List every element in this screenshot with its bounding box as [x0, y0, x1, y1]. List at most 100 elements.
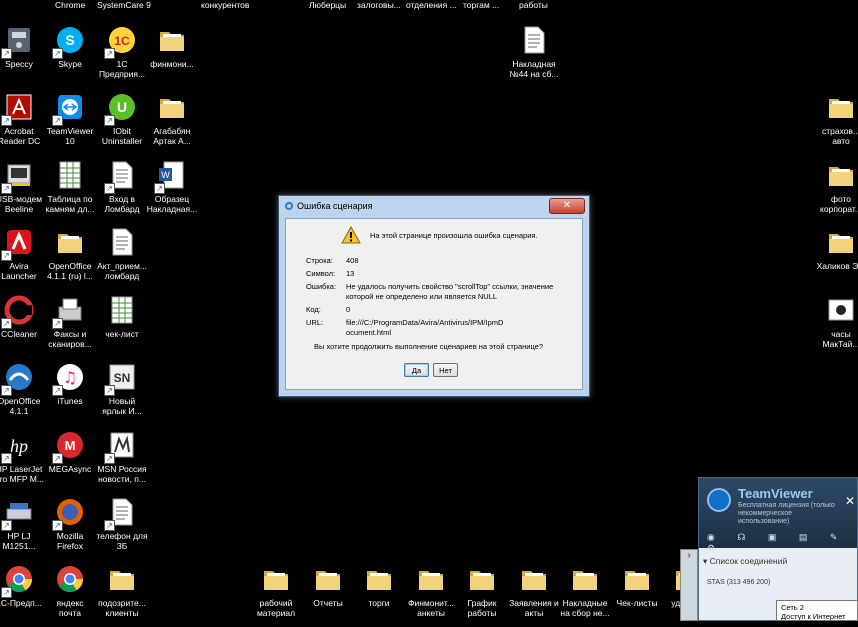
document-icon: ↗	[104, 496, 138, 531]
desktop-icon-label: Акт_прием... ломбард	[97, 261, 147, 281]
desktop-icon-label: фото корпорат...	[820, 194, 858, 214]
shortcut-arrow-icon: ↗	[52, 453, 63, 464]
spreadsheet-icon	[54, 159, 86, 191]
acrobat-icon: ↗	[1, 91, 35, 126]
warning-icon	[341, 226, 361, 244]
field-key: Ошибка:	[306, 282, 337, 291]
desktop-icon[interactable]: чек-лист	[91, 292, 153, 358]
fax-icon: ↗	[52, 294, 86, 329]
field-line: Строка: 408	[306, 256, 359, 265]
desktop-icon[interactable]: ↗ MSN Россия новости, п...	[91, 427, 153, 493]
dialog-question: Вы хотите продолжить выполнение сценарие…	[314, 342, 544, 351]
field-value: Не удалось получить свойство "scrollTop"…	[346, 282, 554, 301]
field-key: URL:	[306, 318, 324, 327]
shortcut-arrow-icon: ↗	[104, 385, 115, 396]
folder-icon	[825, 159, 857, 191]
shortcut-arrow-icon: ↗	[1, 48, 12, 59]
iobit-icon: U ↗	[104, 91, 138, 126]
connection-entry[interactable]: STAS (313 496 200)	[707, 579, 770, 586]
desktop-icon[interactable]: Халиков Э...	[810, 224, 858, 290]
shortcut-arrow-icon: ↗	[52, 385, 63, 396]
desktop-icon-label: финмони...	[150, 59, 194, 69]
desktop-icon-label[interactable]: отделения ...	[406, 0, 457, 10]
desktop-icon-label[interactable]: SystemCare 9	[97, 0, 151, 10]
folder-icon	[466, 563, 498, 595]
desktop-icon[interactable]: Накладная №44 на сб...	[503, 22, 565, 88]
desktop-icon[interactable]: финмони...	[141, 22, 203, 88]
desktop-icon[interactable]: Акт_прием... ломбард	[91, 224, 153, 290]
no-button[interactable]: Нет	[433, 363, 458, 377]
field-key: Символ:	[306, 269, 336, 278]
folder-icon	[825, 226, 857, 258]
chevron-right-icon: ›	[687, 550, 691, 561]
field-value: 408	[346, 256, 359, 265]
folder-icon	[54, 226, 86, 258]
teamviewer-collapse-tab[interactable]: ›	[680, 549, 698, 621]
hp-icon: hp ↗	[1, 429, 35, 464]
desktop-icon-label[interactable]: Люберцы	[309, 0, 346, 10]
mega-icon: M ↗	[52, 429, 86, 464]
desktop-icon-label[interactable]: Chrome	[55, 0, 85, 10]
skype-icon: S ↗	[52, 24, 86, 59]
shortcut-arrow-icon: ↗	[104, 115, 115, 126]
desktop-icon[interactable]: подозрите... клиенты	[91, 561, 153, 627]
document-icon: ↗	[104, 159, 138, 194]
teamviewer-toolbar[interactable]: ◉ ☊ ▣ ▤ ✎ ⚙	[707, 532, 857, 554]
connection-list-title[interactable]: ▾ Список соединений	[703, 556, 787, 567]
desktop-icon[interactable]: страхов... авто	[810, 89, 858, 155]
teamviewer-license: Бесплатная лицензия (только некоммерческ…	[738, 502, 835, 525]
teamviewer-header: TeamViewer Бесплатная лицензия (только н…	[699, 478, 857, 553]
field-value: 13	[346, 269, 355, 278]
desktop-icon-label[interactable]: залоговы...	[357, 0, 401, 10]
1c-icon: 1C ↗	[104, 24, 138, 59]
desktop-icon-label[interactable]: работы	[519, 0, 548, 10]
yes-button[interactable]: Да	[404, 363, 429, 377]
shortcut-arrow-icon: ↗	[104, 453, 115, 464]
word-doc-icon: W ↗	[154, 159, 188, 194]
field-key: Строка:	[306, 256, 333, 265]
desktop-icon-label: телефон для ЗБ	[96, 531, 148, 551]
desktop-icon[interactable]: фото корпорат...	[810, 157, 858, 223]
shortcut-arrow-icon: ↗	[52, 115, 63, 126]
desktop-icon[interactable]: Агабабян Артак А...	[141, 89, 203, 155]
close-button[interactable]: ✕	[549, 198, 585, 214]
field-code: Код: 0	[306, 305, 350, 314]
speccy-icon: ↗	[1, 24, 35, 59]
field-value: 0	[346, 305, 351, 314]
tooltip-line: Сеть 2	[781, 603, 804, 612]
svg-text:M: M	[65, 438, 76, 453]
desktop-icon-label: MSN Россия новости, п...	[97, 464, 147, 484]
close-icon[interactable]: ✕	[845, 494, 855, 508]
folder-icon	[156, 91, 188, 123]
scanner-icon: ↗	[1, 496, 35, 531]
folder-icon	[260, 563, 292, 595]
dialog-body: На этой странице произошла ошибка сценар…	[285, 218, 583, 390]
folder-icon	[156, 24, 188, 56]
shortcut-arrow-icon: ↗	[1, 453, 12, 464]
desktop-icon-label: Накладная №44 на сб...	[509, 59, 559, 79]
network-tooltip: Сеть 2 Доступ к Интернет	[776, 600, 858, 621]
dialog-heading: На этой странице произошла ошибка сценар…	[370, 231, 538, 240]
desktop-icon-label: Образец Накладная...	[146, 194, 198, 214]
shortcut-arrow-icon: ↗	[104, 183, 115, 194]
desktop-icon-label: Агабабян Артак А...	[153, 126, 191, 146]
teamviewer-icon: ↗	[52, 91, 86, 126]
folder-icon	[363, 563, 395, 595]
shortcut-arrow-icon: ↗	[1, 183, 12, 194]
shortcut-arrow-icon: ↗	[52, 48, 63, 59]
desktop-icon[interactable]: W ↗ Образец Накладная...	[141, 157, 203, 223]
desktop-icon-label: часы МакТай...	[822, 329, 858, 349]
itunes-icon: ♫ ↗	[52, 361, 86, 396]
desktop-icon-label[interactable]: торгам ...	[463, 0, 499, 10]
chrome-icon	[54, 563, 86, 595]
desktop-icon[interactable]: ↗ телефон для ЗБ	[91, 494, 153, 560]
desktop-icon[interactable]: часы МакТай...	[810, 292, 858, 358]
desktop-icon[interactable]: SN ↗ Новый ярлык И...	[91, 359, 153, 425]
folder-icon	[312, 563, 344, 595]
msn-icon: ↗	[104, 429, 138, 464]
svg-text:U: U	[117, 99, 127, 115]
folder-icon	[518, 563, 550, 595]
shortcut-arrow-icon: ↗	[1, 250, 12, 261]
desktop-icon-label[interactable]: конкурентов	[201, 0, 249, 10]
firefox-icon: ↗	[52, 496, 86, 531]
